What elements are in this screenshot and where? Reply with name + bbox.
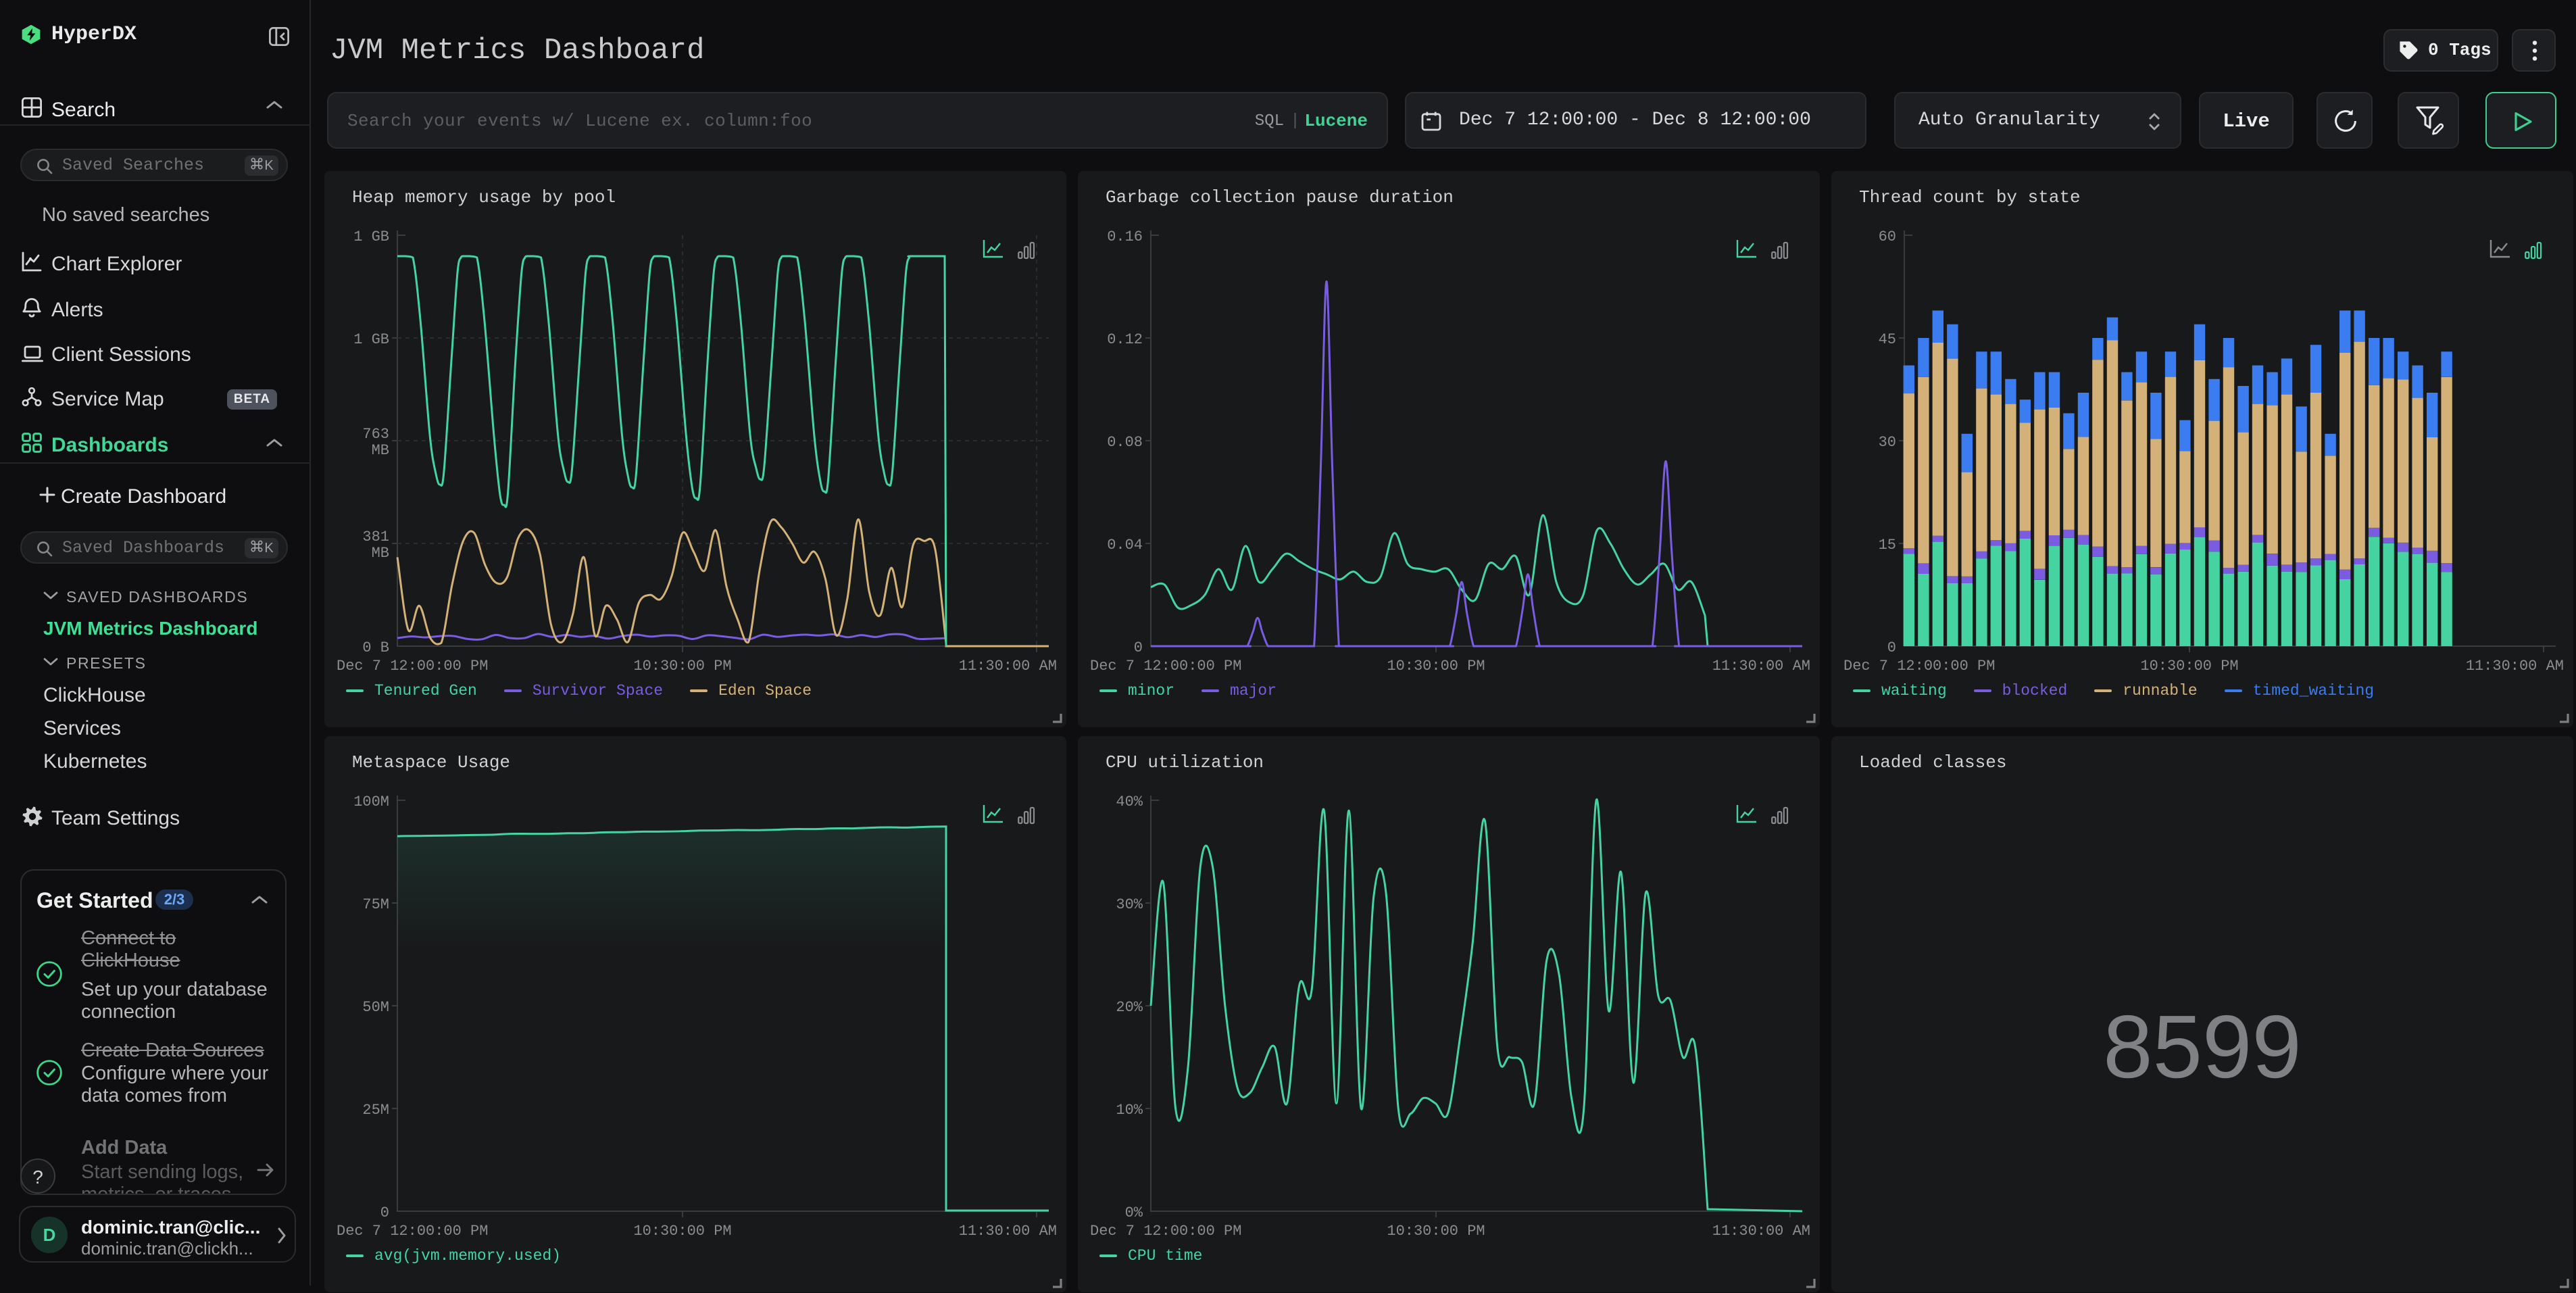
svg-text:1 GB: 1 GB	[353, 228, 389, 245]
svg-text:11:30:00 AM: 11:30:00 AM	[1712, 1223, 1810, 1240]
svg-text:10:30:00 PM: 10:30:00 PM	[1387, 658, 1485, 675]
svg-text:0.04: 0.04	[1107, 537, 1143, 554]
svg-text:Dec 7 12:00:00 PM: Dec 7 12:00:00 PM	[337, 658, 488, 675]
svg-text:15: 15	[1879, 537, 1896, 554]
svg-text:10:30:00 PM: 10:30:00 PM	[1387, 1223, 1485, 1240]
svg-text:11:30:00 AM: 11:30:00 AM	[959, 658, 1057, 675]
svg-text:10:30:00 PM: 10:30:00 PM	[633, 1223, 731, 1240]
svg-text:381: 381	[362, 529, 389, 545]
svg-text:75M: 75M	[362, 896, 389, 913]
svg-text:0.12: 0.12	[1107, 331, 1143, 348]
svg-text:0: 0	[1887, 639, 1896, 656]
svg-text:Dec 7 12:00:00 PM: Dec 7 12:00:00 PM	[1843, 658, 1995, 675]
svg-text:0: 0	[1134, 639, 1143, 656]
svg-text:100M: 100M	[353, 794, 389, 810]
svg-text:20%: 20%	[1116, 999, 1143, 1016]
svg-text:60: 60	[1879, 228, 1896, 245]
svg-text:10:30:00 PM: 10:30:00 PM	[633, 658, 731, 675]
svg-text:45: 45	[1879, 331, 1896, 348]
svg-text:MB: MB	[372, 545, 389, 562]
svg-text:0 B: 0 B	[362, 639, 389, 656]
svg-text:11:30:00 AM: 11:30:00 AM	[959, 1223, 1057, 1240]
svg-text:40%: 40%	[1116, 794, 1143, 810]
svg-text:50M: 50M	[362, 999, 389, 1016]
svg-text:1 GB: 1 GB	[353, 331, 389, 348]
svg-text:Dec 7 12:00:00 PM: Dec 7 12:00:00 PM	[337, 1223, 488, 1240]
svg-text:11:30:00 AM: 11:30:00 AM	[2466, 658, 2564, 675]
svg-text:25M: 25M	[362, 1102, 389, 1119]
svg-text:10:30:00 PM: 10:30:00 PM	[2140, 658, 2238, 675]
svg-text:30%: 30%	[1116, 896, 1143, 913]
svg-text:10%: 10%	[1116, 1102, 1143, 1119]
svg-text:0%: 0%	[1125, 1204, 1143, 1221]
svg-text:Dec 7 12:00:00 PM: Dec 7 12:00:00 PM	[1090, 658, 1241, 675]
svg-text:0.08: 0.08	[1107, 434, 1143, 451]
svg-text:Dec 7 12:00:00 PM: Dec 7 12:00:00 PM	[1090, 1223, 1241, 1240]
svg-text:0.16: 0.16	[1107, 228, 1143, 245]
svg-text:11:30:00 AM: 11:30:00 AM	[1712, 658, 1810, 675]
svg-text:763: 763	[362, 426, 389, 443]
svg-text:MB: MB	[372, 442, 389, 459]
svg-text:0: 0	[380, 1204, 389, 1221]
svg-text:30: 30	[1879, 434, 1896, 451]
